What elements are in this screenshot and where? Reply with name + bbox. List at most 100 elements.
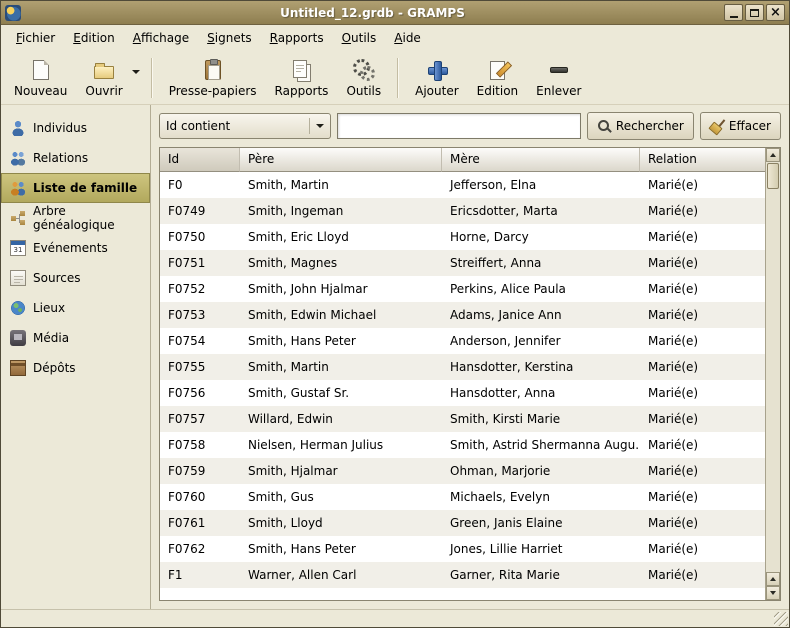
- broom-icon: [710, 119, 724, 133]
- table-row[interactable]: F0756 Smith, Gustaf Sr. Hansdotter, Anna…: [160, 380, 765, 406]
- table-row[interactable]: F0757 Willard, Edwin Smith, Kirsti Marie…: [160, 406, 765, 432]
- sidebar-item-label: Média: [33, 331, 69, 345]
- close-button[interactable]: ×: [766, 4, 785, 21]
- table-row[interactable]: F0761 Smith, Lloyd Green, Janis Elaine M…: [160, 510, 765, 536]
- cell-id: F0751: [160, 250, 240, 276]
- cell-father: Smith, Martin: [240, 172, 442, 198]
- sidebar-item-lieux[interactable]: Lieux: [1, 293, 150, 323]
- table-row[interactable]: F0759 Smith, Hjalmar Ohman, Marjorie Mar…: [160, 458, 765, 484]
- open-button[interactable]: Ouvrir: [76, 54, 131, 101]
- cell-mother: Streiffert, Anna: [442, 250, 640, 276]
- tools-button[interactable]: Outils: [337, 54, 390, 101]
- cell-father: Smith, Hans Peter: [240, 536, 442, 562]
- cell-mother: Adams, Janice Ann: [442, 302, 640, 328]
- table-row[interactable]: F0760 Smith, Gus Michaels, Evelyn Marié(…: [160, 484, 765, 510]
- scroll-up-secondary-button[interactable]: [766, 572, 780, 586]
- column-header-relation[interactable]: Relation: [640, 148, 765, 172]
- menu-edition[interactable]: Edition: [64, 27, 124, 49]
- cell-mother: Jefferson, Elna: [442, 172, 640, 198]
- table-row[interactable]: F0752 Smith, John Hjalmar Perkins, Alice…: [160, 276, 765, 302]
- arrow-up-icon: [770, 153, 776, 157]
- table-row[interactable]: F0762 Smith, Hans Peter Jones, Lillie Ha…: [160, 536, 765, 562]
- column-header-id[interactable]: Id: [160, 148, 240, 172]
- cell-id: F0761: [160, 510, 240, 536]
- cell-id: F0753: [160, 302, 240, 328]
- open-button-label: Ouvrir: [85, 84, 122, 98]
- vertical-scrollbar[interactable]: [765, 148, 780, 600]
- cell-mother: Michaels, Evelyn: [442, 484, 640, 510]
- clipboard-button-label: Presse-papiers: [169, 84, 257, 98]
- cell-mother: Horne, Darcy: [442, 224, 640, 250]
- remove-button[interactable]: Enlever: [527, 54, 590, 101]
- cell-id: F0762: [160, 536, 240, 562]
- cell-relation: Marié(e): [640, 536, 765, 562]
- sidebar-item-media[interactable]: Média: [1, 323, 150, 353]
- add-button[interactable]: Ajouter: [406, 54, 468, 101]
- column-header-pere[interactable]: Père: [240, 148, 442, 172]
- scroll-up-button[interactable]: [766, 148, 780, 162]
- clear-button[interactable]: Effacer: [700, 112, 781, 140]
- column-header-mere[interactable]: Mère: [442, 148, 640, 172]
- cell-id: F0756: [160, 380, 240, 406]
- search-input[interactable]: [337, 113, 581, 139]
- sidebar: Individus Relations Liste de famille Arb…: [1, 105, 151, 609]
- search-button[interactable]: Rechercher: [587, 112, 694, 140]
- gramps-logo-icon: [5, 5, 21, 21]
- pedigree-icon: [10, 210, 26, 226]
- statusbar: [1, 609, 789, 627]
- arrow-down-icon: [770, 591, 776, 595]
- cell-mother: Ohman, Marjorie: [442, 458, 640, 484]
- clipboard-button[interactable]: Presse-papiers: [160, 54, 266, 101]
- sidebar-item-depots[interactable]: Dépôts: [1, 353, 150, 383]
- clipboard-icon: [205, 60, 221, 80]
- table-row[interactable]: F0751 Smith, Magnes Streiffert, Anna Mar…: [160, 250, 765, 276]
- edit-button[interactable]: Edition: [468, 54, 528, 101]
- table-row[interactable]: F0754 Smith, Hans Peter Anderson, Jennif…: [160, 328, 765, 354]
- sidebar-item-individus[interactable]: Individus: [1, 113, 150, 143]
- minimize-icon: [730, 16, 738, 18]
- repository-box-icon: [10, 360, 26, 376]
- cell-father: Smith, Gus: [240, 484, 442, 510]
- cell-mother: Smith, Astrid Shermanna Augu...: [442, 432, 640, 458]
- new-button[interactable]: Nouveau: [5, 54, 76, 101]
- sidebar-item-arbre-genealogique[interactable]: Arbre généalogique: [1, 203, 150, 233]
- sidebar-item-evenements[interactable]: Evénements: [1, 233, 150, 263]
- scroll-down-button[interactable]: [766, 586, 780, 600]
- cell-father: Nielsen, Herman Julius: [240, 432, 442, 458]
- table-row[interactable]: F1 Warner, Allen Carl Garner, Rita Marie…: [160, 562, 765, 588]
- individuals-icon: [10, 120, 26, 136]
- scrollbar-track[interactable]: [766, 190, 780, 572]
- menu-rapports[interactable]: Rapports: [261, 27, 333, 49]
- menu-affichage[interactable]: Affichage: [124, 27, 198, 49]
- maximize-icon: [750, 9, 759, 17]
- sidebar-item-relations[interactable]: Relations: [1, 143, 150, 173]
- cell-relation: Marié(e): [640, 406, 765, 432]
- sidebar-item-sources[interactable]: Sources: [1, 263, 150, 293]
- menu-outils[interactable]: Outils: [333, 27, 386, 49]
- table-row[interactable]: F0 Smith, Martin Jefferson, Elna Marié(e…: [160, 172, 765, 198]
- menu-fichier[interactable]: Fichier: [7, 27, 64, 49]
- table-row[interactable]: F0758 Nielsen, Herman Julius Smith, Astr…: [160, 432, 765, 458]
- table-row[interactable]: F0750 Smith, Eric Lloyd Horne, Darcy Mar…: [160, 224, 765, 250]
- sidebar-item-liste-de-famille[interactable]: Liste de famille: [1, 173, 150, 203]
- reports-button[interactable]: Rapports: [266, 54, 338, 101]
- toolbar: Nouveau Ouvrir Presse-papiers Rapports O…: [1, 51, 789, 105]
- menu-signets[interactable]: Signets: [198, 27, 261, 49]
- cell-relation: Marié(e): [640, 172, 765, 198]
- titlebar[interactable]: Untitled_12.grdb - GRAMPS ×: [1, 1, 789, 25]
- table-row[interactable]: F0749 Smith, Ingeman Ericsdotter, Marta …: [160, 198, 765, 224]
- family-table-body: F0 Smith, Martin Jefferson, Elna Marié(e…: [160, 172, 765, 600]
- minimize-button[interactable]: [724, 4, 743, 21]
- menu-aide[interactable]: Aide: [385, 27, 430, 49]
- scrollbar-thumb[interactable]: [767, 163, 779, 189]
- cell-id: F0749: [160, 198, 240, 224]
- resize-grip[interactable]: [774, 612, 788, 626]
- cell-father: Smith, Eric Lloyd: [240, 224, 442, 250]
- gramps-window: Untitled_12.grdb - GRAMPS × Fichier Edit…: [0, 0, 790, 628]
- cell-id: F0758: [160, 432, 240, 458]
- open-dropdown-button[interactable]: [128, 67, 144, 77]
- filter-field-combobox[interactable]: Id contient: [159, 113, 331, 139]
- maximize-button[interactable]: [745, 4, 764, 21]
- table-row[interactable]: F0753 Smith, Edwin Michael Adams, Janice…: [160, 302, 765, 328]
- table-row[interactable]: F0755 Smith, Martin Hansdotter, Kerstina…: [160, 354, 765, 380]
